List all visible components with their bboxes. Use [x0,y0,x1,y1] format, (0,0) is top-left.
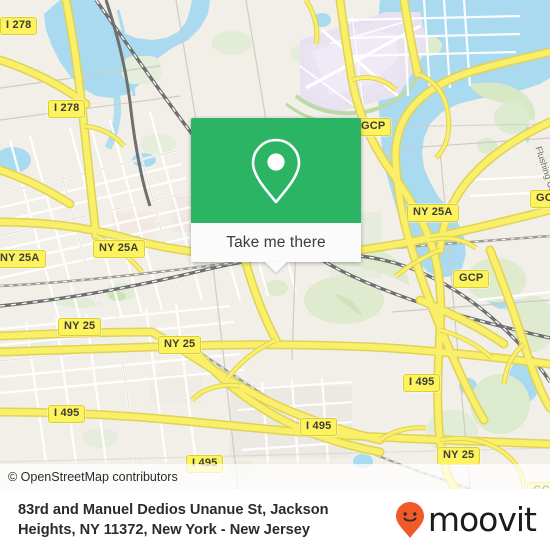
callout-icon-area [191,118,361,223]
road-shield-label: I 278 [48,100,86,118]
road-shield-label: NY 25 [437,447,481,465]
road-shield-label: NY 25A [407,204,459,222]
callout-action-bar[interactable]: Take me there [191,223,361,273]
road-shield-label: NY 25 [158,336,202,354]
road-shield-label: I 495 [300,418,338,436]
road-shield-label: NY 25 [58,318,102,336]
take-me-there-callout[interactable]: Take me there [191,118,361,273]
map-pin-icon [251,138,301,203]
callout-label: Take me there [226,233,326,251]
callout-tail [265,262,287,273]
map-screenshot: I 278 I 278 GCP NY 25A NY 25A NY 25A GCP NY 25 N… [0,0,550,550]
road-shield-label: NY 25A [0,250,46,268]
road-shield-label: I 495 [48,405,86,423]
attribution-text: © OpenStreetMap contributors [8,469,178,484]
address-text: 83rd and Manuel Dedios Unanue St, Jackso… [18,501,329,538]
road-shield-label: I 278 [0,17,38,35]
road-shield-label: I 495 [403,374,441,392]
moovit-smiley-pin-icon [395,501,424,538]
moovit-logo[interactable]: moovit [394,500,537,540]
moovit-wordmark: moovit [427,500,537,539]
map-attribution: © OpenStreetMap contributors [0,464,550,489]
road-shield-label: NY 25A [93,240,145,258]
footer-bar: 83rd and Manuel Dedios Unanue St, Jackso… [0,489,550,550]
road-shield-label: GCP [453,270,490,288]
